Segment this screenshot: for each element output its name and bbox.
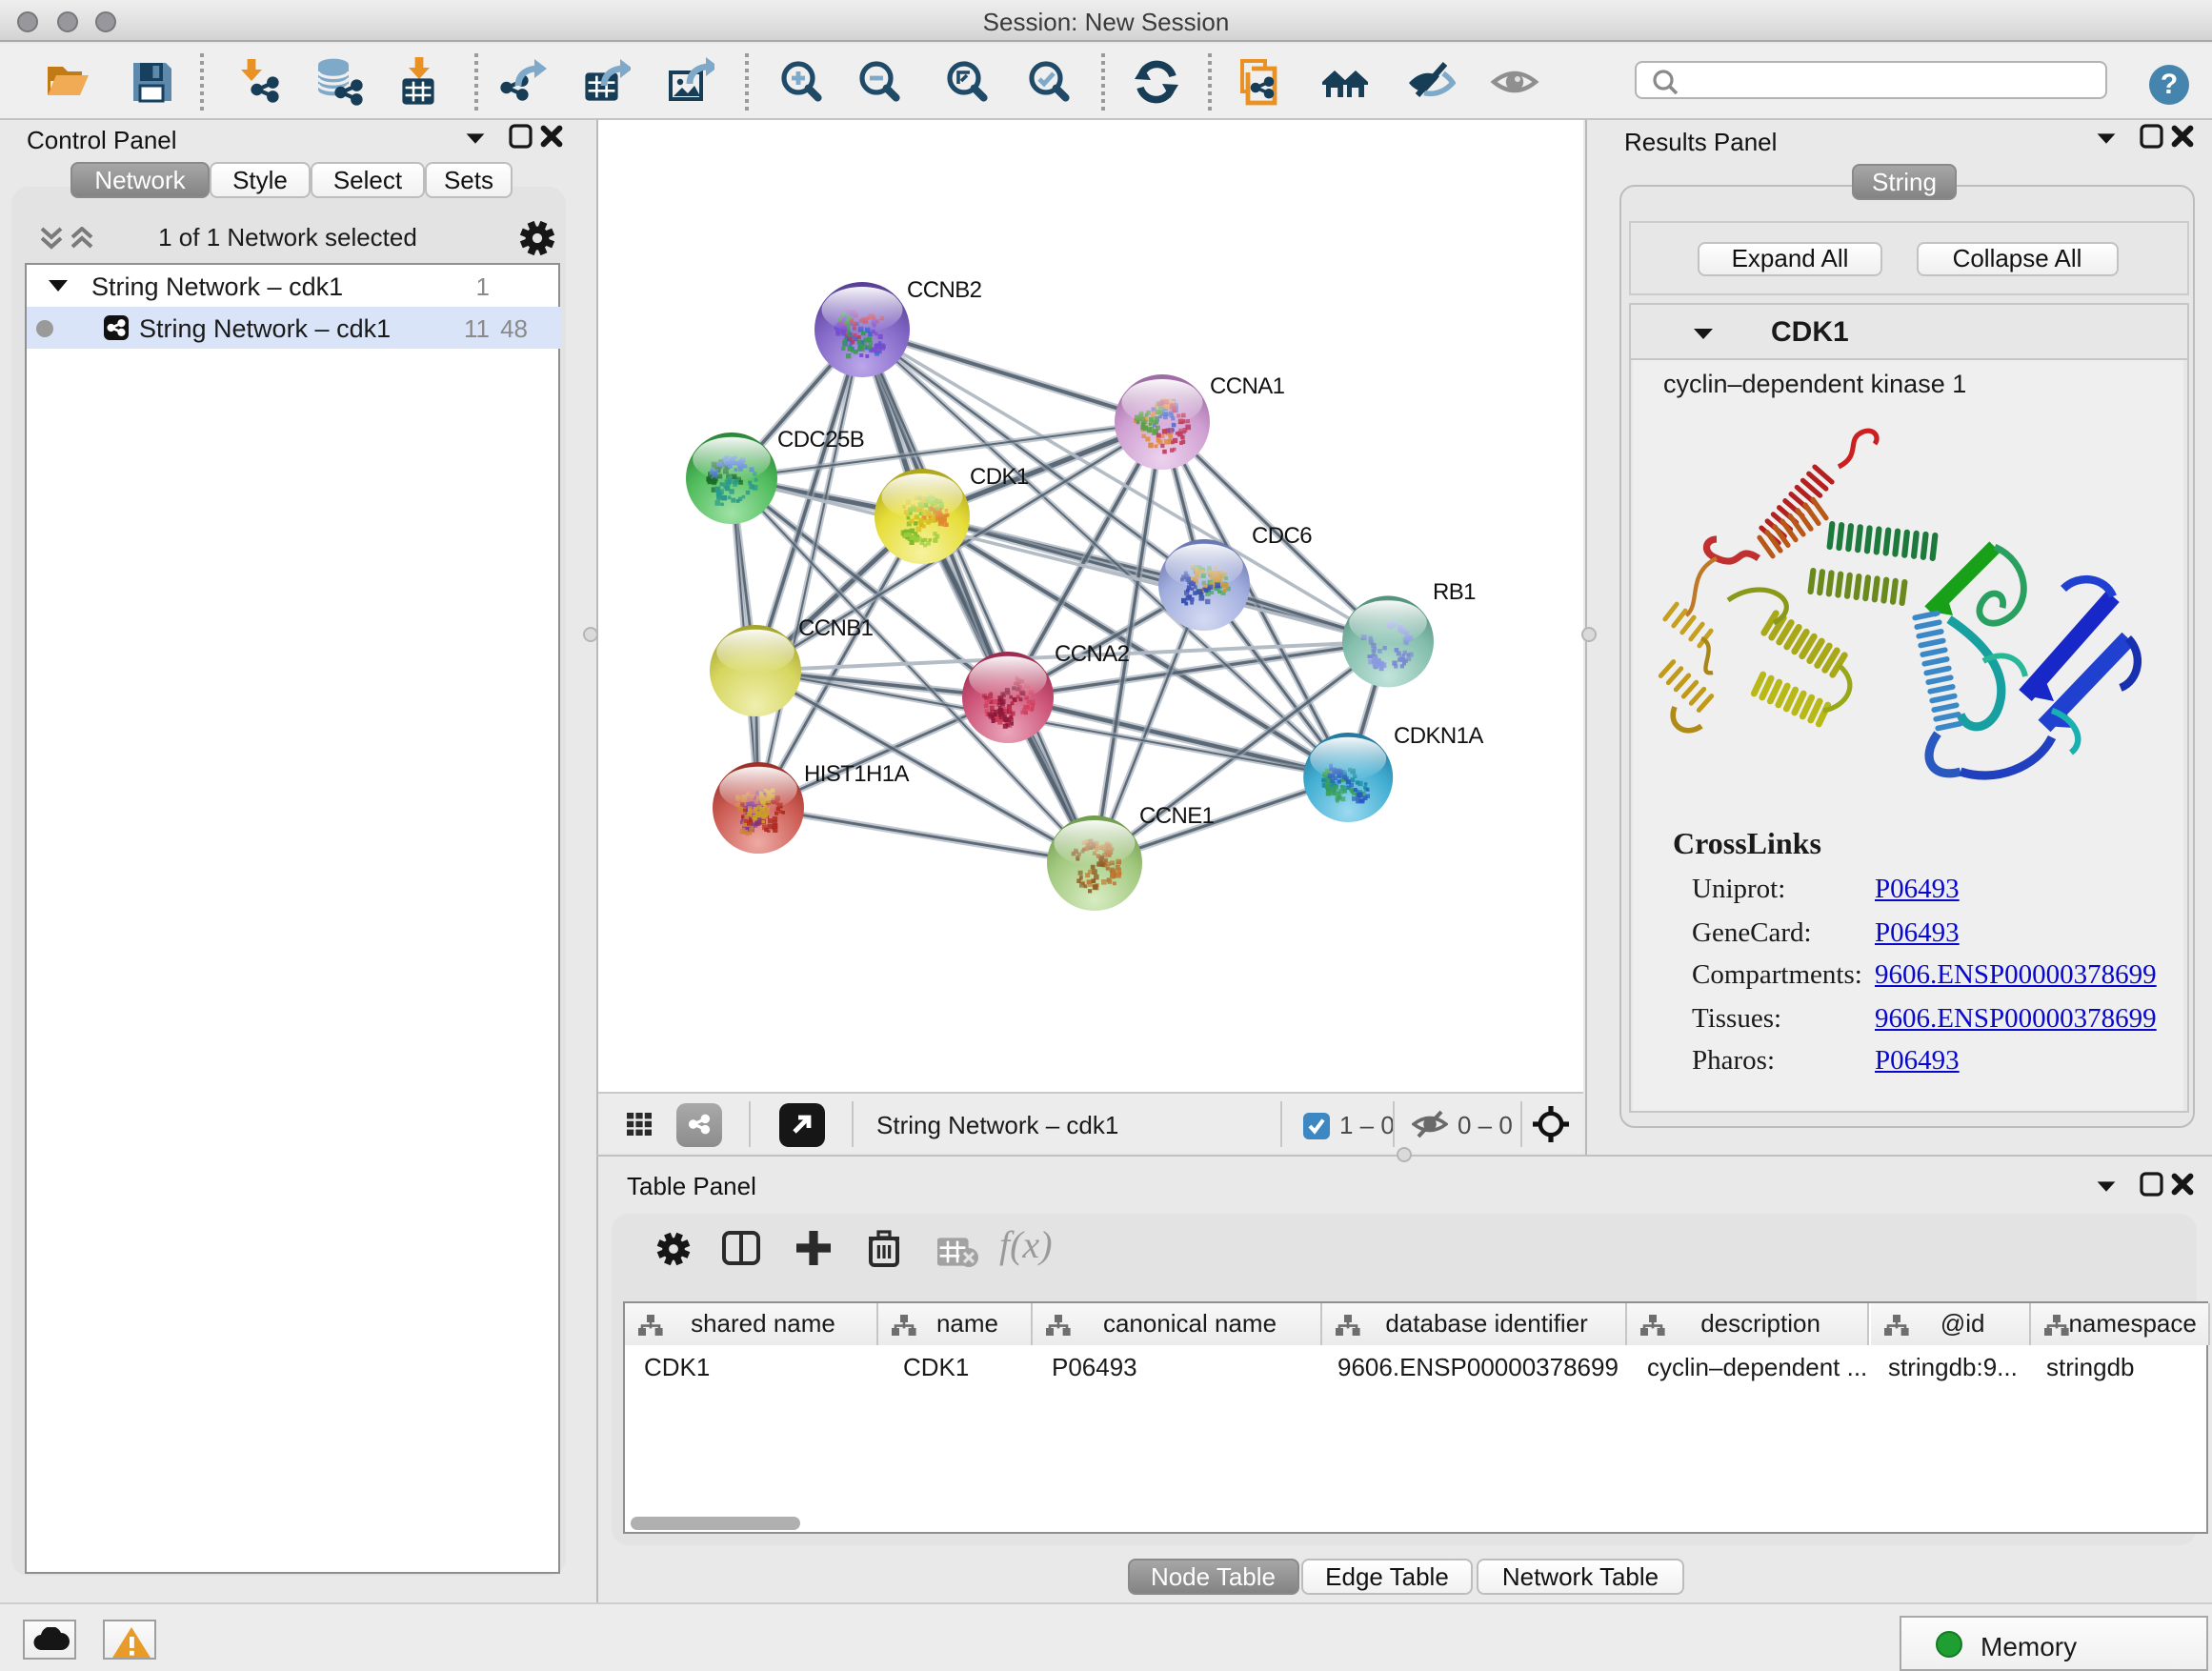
svg-text:CCNE1: CCNE1 (1139, 802, 1215, 828)
svg-text:CDC25B: CDC25B (777, 426, 864, 452)
svg-text:CDK1: CDK1 (970, 463, 1029, 489)
svg-text:CCNA2: CCNA2 (1055, 640, 1130, 666)
svg-text:CCNB1: CCNB1 (798, 614, 874, 640)
svg-text:CDKN1A: CDKN1A (1394, 722, 1483, 748)
svg-text:CDC6: CDC6 (1252, 522, 1312, 548)
svg-text:CCNB2: CCNB2 (907, 276, 982, 302)
svg-text:RB1: RB1 (1433, 578, 1476, 604)
svg-text:CCNA1: CCNA1 (1210, 372, 1285, 398)
svg-text:HIST1H1A: HIST1H1A (804, 760, 909, 786)
